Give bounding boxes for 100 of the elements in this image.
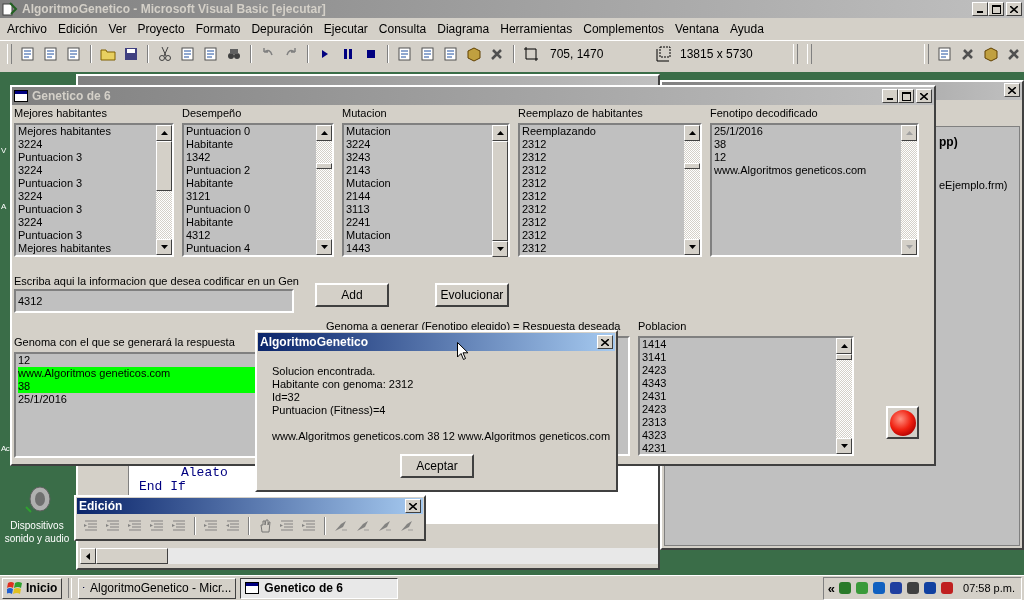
- menu-item[interactable]: Ejecutar: [317, 22, 373, 36]
- menu-item[interactable]: Depuración: [245, 22, 318, 36]
- list-item[interactable]: 2143: [346, 164, 492, 177]
- document-icon[interactable]: [937, 46, 953, 62]
- tree-item[interactable]: eEjemplo.frm): [939, 179, 1008, 191]
- accept-button[interactable]: Aceptar: [400, 454, 474, 478]
- document-icon[interactable]: [66, 46, 82, 62]
- list-item[interactable]: 4323: [642, 429, 836, 442]
- up-arrow-icon[interactable]: [496, 131, 504, 135]
- tray-icon[interactable]: [872, 581, 886, 595]
- scroll-thumb[interactable]: [156, 141, 172, 191]
- list-item[interactable]: 3224: [18, 216, 156, 229]
- start-button[interactable]: Inicio: [2, 577, 63, 599]
- binoculars-icon[interactable]: [226, 46, 242, 62]
- list-item[interactable]: 2241: [346, 216, 492, 229]
- close-icon[interactable]: [601, 338, 609, 346]
- menu-item[interactable]: Ayuda: [724, 22, 769, 36]
- up-arrow-icon[interactable]: [320, 131, 328, 135]
- list-item[interactable]: Puntuacion 3: [18, 229, 156, 242]
- tray-icon[interactable]: [923, 581, 937, 595]
- cut-icon[interactable]: [157, 46, 173, 62]
- list-item[interactable]: Puntuacion 3: [18, 151, 156, 164]
- save-icon[interactable]: [123, 46, 139, 62]
- close-icon[interactable]: [409, 502, 417, 510]
- list-box[interactable]: Puntuacion 0 Habitante 1342 Puntuacion 2 Habitante 3121 Puntuacion 0 Habitante 4312 Puntuacion 4: [182, 123, 334, 257]
- scrollbar[interactable]: [316, 125, 332, 255]
- list-item[interactable]: 4343: [642, 377, 836, 390]
- down-arrow-icon[interactable]: [320, 245, 328, 249]
- down-arrow-icon[interactable]: [688, 245, 696, 249]
- expand-tray-button[interactable]: «: [827, 580, 835, 596]
- list-item[interactable]: 3224: [346, 138, 492, 151]
- list-box[interactable]: Mejores habitantes 3224 Puntuacion 3 3224 Puntuacion 3 3224 Puntuacion 3 3224 Puntuacion 3 Mejores habitantes: [14, 123, 174, 257]
- taskbar-button[interactable]: Genetico de 6: [240, 577, 399, 599]
- scroll-thumb[interactable]: [96, 548, 168, 564]
- list-item[interactable]: Habitante: [186, 138, 316, 151]
- list-item[interactable]: 3141: [642, 351, 836, 364]
- list-box[interactable]: Reemplazando 2312 2312 2312 2312 2312 2312 2312 2312 2312: [518, 123, 702, 257]
- list-item[interactable]: 1443: [346, 242, 492, 255]
- list-item[interactable]: 2431: [642, 390, 836, 403]
- tree-item[interactable]: pp): [939, 135, 958, 149]
- list-item[interactable]: Puntuacion 3: [18, 203, 156, 216]
- list-item[interactable]: 1414: [642, 338, 836, 351]
- list-item[interactable]: 2312: [522, 164, 684, 177]
- menu-item[interactable]: Consulta: [372, 22, 432, 36]
- taskbar-button[interactable]: AlgoritmoGenetico - Micr...: [78, 577, 237, 599]
- menu-item[interactable]: Archivo: [1, 22, 52, 36]
- close-button[interactable]: [597, 335, 613, 349]
- list-item[interactable]: 2312: [522, 229, 684, 242]
- tray-icon[interactable]: [940, 581, 954, 595]
- box-icon[interactable]: [466, 46, 482, 62]
- scrollbar[interactable]: [492, 125, 508, 255]
- list-item[interactable]: 2144: [346, 190, 492, 203]
- list-item[interactable]: Puntuacion 3: [18, 177, 156, 190]
- up-arrow-icon[interactable]: [160, 131, 168, 135]
- down-arrow-icon[interactable]: [496, 247, 504, 251]
- menu-item[interactable]: Diagrama: [431, 22, 495, 36]
- list-item[interactable]: 12: [714, 151, 901, 164]
- list-item[interactable]: 2312: [522, 216, 684, 229]
- tray-icon[interactable]: [838, 581, 852, 595]
- list-item[interactable]: 4231: [642, 442, 836, 454]
- list-item[interactable]: 3113: [346, 203, 492, 216]
- list-item[interactable]: Mejores habitantes: [18, 125, 156, 138]
- menu-item[interactable]: Ver: [102, 22, 132, 36]
- list-item[interactable]: 3224: [18, 190, 156, 203]
- list-item[interactable]: 4312: [186, 229, 316, 242]
- up-arrow-icon[interactable]: [840, 344, 848, 348]
- close-button[interactable]: [405, 499, 421, 513]
- list-item[interactable]: Puntuacion 4: [186, 242, 316, 255]
- scrollbar[interactable]: [684, 125, 700, 255]
- list-item[interactable]: 3224: [18, 164, 156, 177]
- list-box[interactable]: Mutacion 3224 3243 2143 Mutacion 2144 3113 2241 Mutacion 1443: [342, 123, 510, 257]
- close-button[interactable]: [1004, 83, 1020, 97]
- flag-icon[interactable]: [7, 581, 23, 595]
- menu-item[interactable]: Formato: [189, 22, 246, 36]
- menu-item[interactable]: Complementos: [577, 22, 669, 36]
- scrollbar[interactable]: [836, 338, 852, 454]
- input-field[interactable]: 4312: [14, 289, 294, 313]
- evolve-button[interactable]: Evolucionar: [434, 283, 509, 307]
- list-item[interactable]: Habitante: [186, 177, 316, 190]
- list-item[interactable]: 2423: [642, 403, 836, 416]
- list-item[interactable]: Mutacion: [346, 229, 492, 242]
- scroll-thumb[interactable]: [492, 141, 508, 241]
- list-item[interactable]: Mutacion: [346, 177, 492, 190]
- tray-icon[interactable]: [889, 581, 903, 595]
- scrollbar[interactable]: [156, 125, 172, 255]
- list-item[interactable]: 1342: [186, 151, 316, 164]
- menu-item[interactable]: Ventana: [669, 22, 725, 36]
- up-arrow-icon[interactable]: [688, 131, 696, 135]
- list-item[interactable]: 3224: [18, 138, 156, 151]
- hand-icon[interactable]: [257, 518, 273, 534]
- down-arrow-icon[interactable]: [840, 444, 848, 448]
- list-item[interactable]: Puntuacion 2: [186, 164, 316, 177]
- menu-item[interactable]: Edición: [52, 22, 103, 36]
- list-item[interactable]: Mejores habitantes: [18, 242, 156, 255]
- list-item[interactable]: 3121: [186, 190, 316, 203]
- list-item[interactable]: 2312: [522, 177, 684, 190]
- open-folder-icon[interactable]: [100, 46, 116, 62]
- list-item[interactable]: Puntuacion 0: [186, 203, 316, 216]
- menu-item[interactable]: Proyecto: [131, 22, 190, 36]
- list-box[interactable]: 1414 3141 2423 4343 2431 2423 2313 4323 4231: [638, 336, 854, 456]
